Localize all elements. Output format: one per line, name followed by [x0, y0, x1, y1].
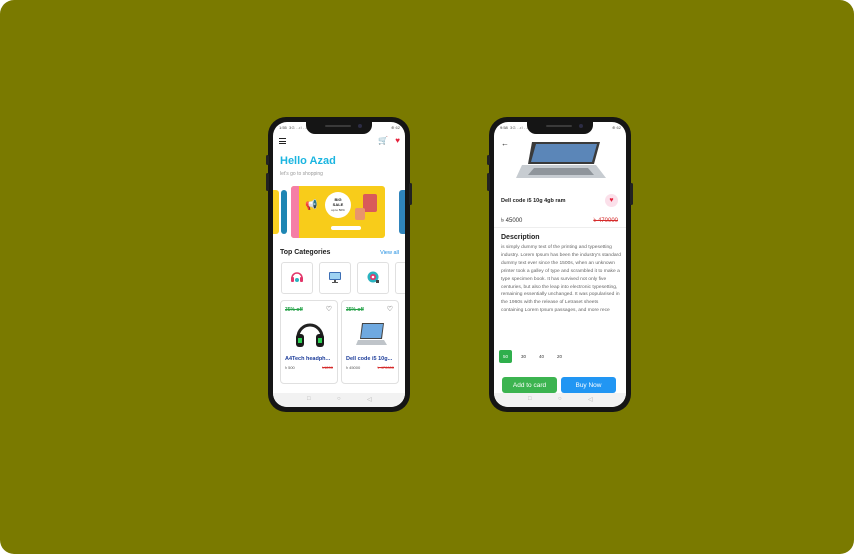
- power-button: [630, 183, 633, 205]
- category-partial[interactable]: [395, 262, 405, 294]
- favorites-heart-icon[interactable]: ♥: [395, 136, 400, 145]
- view-all-link[interactable]: View all: [380, 250, 399, 256]
- back-icon[interactable]: ◁: [367, 396, 372, 403]
- camera-icon: [367, 271, 379, 283]
- recent-apps-icon[interactable]: □: [307, 396, 311, 402]
- carousel-prev-slide-edge: [281, 190, 287, 234]
- product-card[interactable]: 35% off ♡ Dell code i5 10g... ৳ 45000 ৳ …: [341, 300, 399, 384]
- volume-button: [266, 155, 269, 165]
- categories-heading: Top Categories: [280, 249, 331, 256]
- headphones-icon: [291, 272, 303, 282]
- product-old-price: ৳ 470000: [377, 365, 394, 370]
- hamburger-menu-icon[interactable]: [279, 138, 286, 144]
- discount-label: 35% off: [346, 307, 364, 313]
- size-selector: 50 30 40 20: [499, 350, 619, 364]
- system-nav-bar: □ ○ ◁: [273, 393, 405, 407]
- category-headphones[interactable]: [281, 262, 313, 294]
- volume-button: [487, 155, 490, 165]
- greeting-subtitle: let's go to shopping: [280, 171, 323, 177]
- product-detail-screen: 9:58 3G ..ıl ..ıl ⊕ 62 ← Dell code i5 10…: [494, 122, 626, 407]
- back-icon[interactable]: ◁: [588, 396, 593, 403]
- carousel-next-slide: [399, 190, 405, 234]
- product-card[interactable]: 35% off ♡ A4Tech headph... ৳ 500 ৳1200: [280, 300, 338, 384]
- status-time: 9:58: [500, 125, 508, 130]
- power-button: [409, 183, 412, 205]
- description-heading: Description: [501, 234, 540, 241]
- discount-label: 35% off: [285, 307, 303, 313]
- phone-home: 1:55 3G ..ıl ..ıl ⊕ 62 🛒 ♥ Hello Azad le…: [266, 117, 412, 412]
- heart-outline-icon[interactable]: ♡: [387, 305, 393, 313]
- product-grid: 35% off ♡ A4Tech headph... ৳ 500 ৳1200 3…: [280, 300, 405, 386]
- size-option[interactable]: 30: [517, 350, 530, 363]
- category-camera[interactable]: [357, 262, 389, 294]
- size-option[interactable]: 20: [553, 350, 566, 363]
- banner-cta-bar: [331, 226, 361, 230]
- recent-apps-icon[interactable]: □: [528, 396, 532, 402]
- product-name: A4Tech headph...: [285, 356, 331, 362]
- monitor-icon: [329, 272, 341, 283]
- megaphone-icon: 📢: [305, 200, 318, 211]
- phone-product-detail: 9:58 3G ..ıl ..ıl ⊕ 62 ← Dell code i5 10…: [487, 117, 633, 412]
- add-to-cart-button[interactable]: Add to card: [502, 377, 557, 393]
- home-screen: 1:55 3G ..ıl ..ıl ⊕ 62 🛒 ♥ Hello Azad le…: [273, 122, 405, 407]
- system-nav-bar: □ ○ ◁: [494, 393, 626, 407]
- description-text: is simply dummy text of the printing and…: [501, 245, 621, 314]
- battery-icon: ⊕ 62: [612, 125, 621, 130]
- home-icon[interactable]: ○: [558, 396, 562, 402]
- divider: [494, 227, 626, 228]
- cart-icon[interactable]: 🛒: [378, 136, 388, 145]
- headphones-product-image: [296, 323, 324, 347]
- carousel-prev-slide: [273, 190, 279, 234]
- categories-row: [281, 262, 405, 294]
- product-title: Dell code i5 10g 4gb ram: [501, 198, 566, 204]
- product-price: ৳ 500: [285, 365, 295, 370]
- laptop-product-image: [516, 142, 606, 178]
- shopping-bag-icon: [355, 208, 365, 220]
- product-name: Dell code i5 10g...: [346, 356, 393, 362]
- product-old-price: ৳1200: [322, 365, 333, 370]
- greeting-title: Hello Azad: [280, 155, 336, 167]
- heart-outline-icon[interactable]: ♡: [326, 305, 332, 313]
- buy-now-button[interactable]: Buy Now: [561, 377, 616, 393]
- home-icon[interactable]: ○: [337, 396, 341, 402]
- sale-badge: BIG SALE up to 50%: [325, 192, 351, 218]
- category-monitor[interactable]: [319, 262, 351, 294]
- volume-button: [266, 173, 269, 191]
- back-arrow-icon[interactable]: ←: [501, 139, 509, 148]
- notch: [306, 122, 372, 134]
- shopping-bag-icon: [363, 194, 377, 212]
- promo-carousel[interactable]: 📢 BIG SALE up to 50%: [273, 182, 405, 242]
- battery-icon: ⊕ 62: [391, 125, 400, 130]
- status-time: 1:55: [279, 125, 287, 130]
- product-old-price: ৳ 470000: [593, 218, 618, 224]
- app-header: 🛒 ♥: [273, 134, 405, 150]
- favorite-heart-icon[interactable]: ♥: [605, 194, 618, 207]
- product-price: ৳ 45000: [501, 218, 523, 224]
- laptop-product-image: [356, 323, 387, 345]
- presentation-canvas: 1:55 3G ..ıl ..ıl ⊕ 62 🛒 ♥ Hello Azad le…: [0, 0, 854, 554]
- promo-banner[interactable]: 📢 BIG SALE up to 50%: [291, 186, 385, 238]
- volume-button: [487, 173, 490, 191]
- size-option[interactable]: 40: [535, 350, 548, 363]
- product-price: ৳ 45000: [346, 365, 361, 370]
- notch: [527, 122, 593, 134]
- size-option[interactable]: 50: [499, 350, 512, 363]
